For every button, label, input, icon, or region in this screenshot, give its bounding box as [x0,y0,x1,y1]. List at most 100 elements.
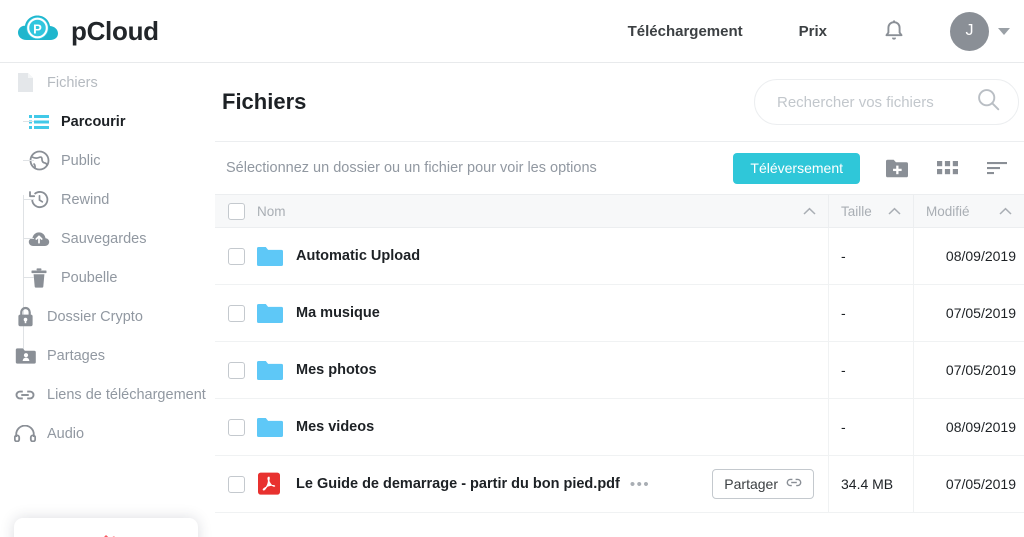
sidebar-item-label: Fichiers [47,75,98,91]
row-modified-cell: 07/05/2019 [913,285,1024,341]
tree-branch-line [23,238,34,239]
file-name: Ma musique [296,305,380,321]
table-row[interactable]: Le Guide de demarrage - partir du bon pi… [215,456,1024,513]
folder-icon [257,357,283,383]
row-checkbox[interactable] [215,362,257,379]
checkbox-box[interactable] [228,248,245,265]
sidebar-item-parcourir[interactable]: Parcourir [0,102,215,141]
table-row[interactable]: Ma musique - 07/05/2019 [215,285,1024,342]
file-modified: 08/09/2019 [946,248,1016,264]
chevron-down-icon [998,28,1010,35]
pcloud-cloud-logo-icon: P [16,9,60,53]
brand-logo-link[interactable]: P pCloud [16,9,159,53]
column-label: Taille [841,204,872,219]
row-more-options-icon[interactable]: ••• [630,476,650,493]
sidebar-item-label: Liens de téléchargement [47,387,206,403]
main-content: Fichiers Sélectionnez un dossier ou un f… [215,63,1024,537]
row-name-cell: Le Guide de demarrage - partir du bon pi… [257,469,828,499]
new-folder-icon[interactable] [884,155,910,181]
sidebar-item-sauvegardes[interactable]: Sauvegardes [0,219,215,258]
row-size-cell: - [828,285,913,341]
file-size: - [841,362,846,378]
column-header-name[interactable]: Nom [257,195,828,227]
folder-icon [257,243,283,269]
checkbox-box[interactable] [228,419,245,436]
sidebar-item-fichiers-root[interactable]: Fichiers [0,63,215,102]
chevron-up-icon [888,204,901,219]
search-icon[interactable] [977,88,1000,116]
promo-discount-card[interactable]: % [14,518,198,537]
chevron-up-icon [803,204,816,219]
tree-branch-line [23,160,34,161]
row-size-cell: - [828,228,913,284]
table-row[interactable]: Mes videos - 08/09/2019 [215,399,1024,456]
top-header-bar: P pCloud Téléchargement Prix J [0,0,1024,63]
checkbox-box[interactable] [228,476,245,493]
file-modified: 07/05/2019 [946,362,1016,378]
row-modified-cell: 07/05/2019 [913,342,1024,398]
chevron-up-icon [999,204,1012,219]
row-checkbox[interactable] [215,305,257,322]
folder-icon [257,300,283,326]
tree-branch-line [23,277,34,278]
row-name-cell: Automatic Upload [257,243,828,269]
row-checkbox[interactable] [215,248,257,265]
search-box[interactable] [754,79,1019,125]
sidebar-item-label: Parcourir [61,114,125,130]
upload-button[interactable]: Téléversement [733,153,860,184]
nav-download[interactable]: Téléchargement [628,23,743,40]
page-title: Fichiers [222,89,306,115]
file-size: 34.4 MB [841,476,893,492]
sidebar-item-public[interactable]: Public [0,141,215,180]
checkbox-box[interactable] [228,203,245,220]
sidebar-item-dossier-crypto[interactable]: Dossier Crypto [0,297,215,336]
search-input[interactable] [777,94,977,111]
header-nav: Téléchargement Prix J [628,0,1024,62]
file-name: Mes photos [296,362,377,378]
table-row[interactable]: Automatic Upload - 08/09/2019 [215,228,1024,285]
notification-bell-icon[interactable] [883,19,905,43]
sidebar-item-label: Public [61,153,101,169]
sidebar-item-poubelle[interactable]: Poubelle [0,258,215,297]
share-button[interactable]: Partager [712,469,814,499]
row-name-cell: Ma musique [257,300,828,326]
nav-pricing[interactable]: Prix [799,23,827,40]
row-name-cell: Mes videos [257,414,828,440]
row-modified-cell: 07/05/2019 [913,456,1024,512]
row-size-cell: - [828,342,913,398]
link-chain-icon [14,384,36,406]
sidebar-item-partages[interactable]: Partages [0,336,215,375]
table-row[interactable]: Mes photos - 07/05/2019 [215,342,1024,399]
sidebar-item-label: Rewind [61,192,109,208]
sidebar: Fichiers Parcourir [0,63,215,537]
checkbox-box[interactable] [228,362,245,379]
sort-list-icon[interactable] [984,155,1010,181]
column-header-size[interactable]: Taille [828,195,913,227]
select-all-checkbox[interactable] [215,203,257,220]
sidebar-item-label: Dossier Crypto [47,309,143,325]
file-size: - [841,419,846,435]
file-modified: 07/05/2019 [946,476,1016,492]
sidebar-item-rewind[interactable]: Rewind [0,180,215,219]
row-checkbox[interactable] [215,476,257,493]
sidebar-item-audio[interactable]: Audio [0,414,215,453]
sidebar-item-label: Poubelle [61,270,117,286]
column-header-modified[interactable]: Modifié [913,195,1024,227]
shared-folder-icon [14,345,36,367]
file-modified: 07/05/2019 [946,305,1016,321]
file-modified: 08/09/2019 [946,419,1016,435]
sidebar-item-label: Sauvegardes [61,231,146,247]
user-account-menu[interactable]: J [950,12,1010,51]
grid-view-icon[interactable] [934,155,960,181]
row-size-cell: - [828,399,913,455]
row-checkbox[interactable] [215,419,257,436]
sidebar-item-liens-de-telechargement[interactable]: Liens de téléchargement [0,375,215,414]
file-page-icon [14,72,36,94]
share-button-label: Partager [724,476,778,492]
checkbox-box[interactable] [228,305,245,322]
pcloud-app-window: P pCloud Téléchargement Prix J [0,0,1024,537]
table-header-row: Nom Taille Modifié [215,194,1024,228]
file-name: Mes videos [296,419,374,435]
file-name: Le Guide de demarrage - partir du bon pi… [296,476,620,492]
tree-branch-line [23,121,34,122]
